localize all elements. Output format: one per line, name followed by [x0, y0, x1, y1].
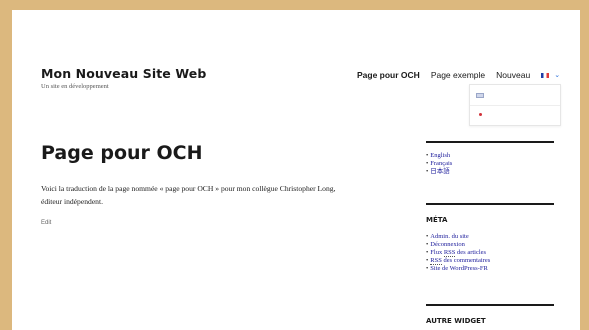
- nav-item-nouveau[interactable]: Nouveau: [496, 70, 530, 80]
- widget-divider: [426, 304, 554, 306]
- page-content: Voici la traduction de la page nommée « …: [41, 182, 361, 208]
- page-title: Page pour OCH: [41, 142, 203, 164]
- primary-navigation: Page pour OCH Page exemple Nouveau ⌄: [357, 70, 560, 80]
- widget-other: AUTRE WIDGET: [426, 304, 554, 325]
- language-link-francais[interactable]: Français: [426, 160, 554, 168]
- language-link-japanese[interactable]: 日本語: [426, 168, 554, 176]
- content-line-1: Voici la traduction de la page nommée « …: [41, 184, 336, 193]
- nav-item-page-exemple[interactable]: Page exemple: [431, 70, 485, 80]
- meta-link-admin[interactable]: Admin. du site: [426, 233, 554, 241]
- language-dropdown: [469, 84, 561, 126]
- widget-languages: English Français 日本語: [426, 141, 554, 176]
- widget-meta: MÉTA Admin. du site Déconnexion Flux RSS…: [426, 203, 554, 273]
- widget-title-meta: MÉTA: [426, 216, 448, 224]
- meta-link-articles-feed[interactable]: Flux RSS des articles: [426, 249, 554, 257]
- meta-link-wordpress[interactable]: Site de WordPress-FR: [426, 265, 554, 273]
- widget-divider: [426, 141, 554, 143]
- meta-list: Admin. du site Déconnexion Flux RSS des …: [426, 233, 554, 273]
- meta-link-comments-feed[interactable]: RSS des commentaires: [426, 257, 554, 265]
- flag-jp-icon[interactable]: [476, 112, 484, 117]
- widget-divider: [426, 203, 554, 205]
- flag-gb-icon[interactable]: [476, 93, 484, 98]
- site-title[interactable]: Mon Nouveau Site Web: [41, 66, 206, 81]
- language-switcher[interactable]: ⌄: [541, 71, 560, 79]
- widget-title-other: AUTRE WIDGET: [426, 317, 486, 325]
- nav-item-page-pour-och[interactable]: Page pour OCH: [357, 70, 420, 80]
- content-line-2: éditeur indépendent.: [41, 197, 103, 206]
- site-description: Un site en développement: [41, 83, 109, 90]
- language-list: English Français 日本語: [426, 152, 554, 176]
- dropdown-divider: [470, 105, 560, 106]
- page-container: Mon Nouveau Site Web Un site en développ…: [12, 10, 580, 330]
- flag-fr-icon: [541, 72, 550, 78]
- meta-link-logout[interactable]: Déconnexion: [426, 241, 554, 249]
- edit-link[interactable]: Edit: [41, 220, 51, 226]
- chevron-down-icon[interactable]: ⌄: [554, 71, 560, 79]
- language-link-english[interactable]: English: [426, 152, 554, 160]
